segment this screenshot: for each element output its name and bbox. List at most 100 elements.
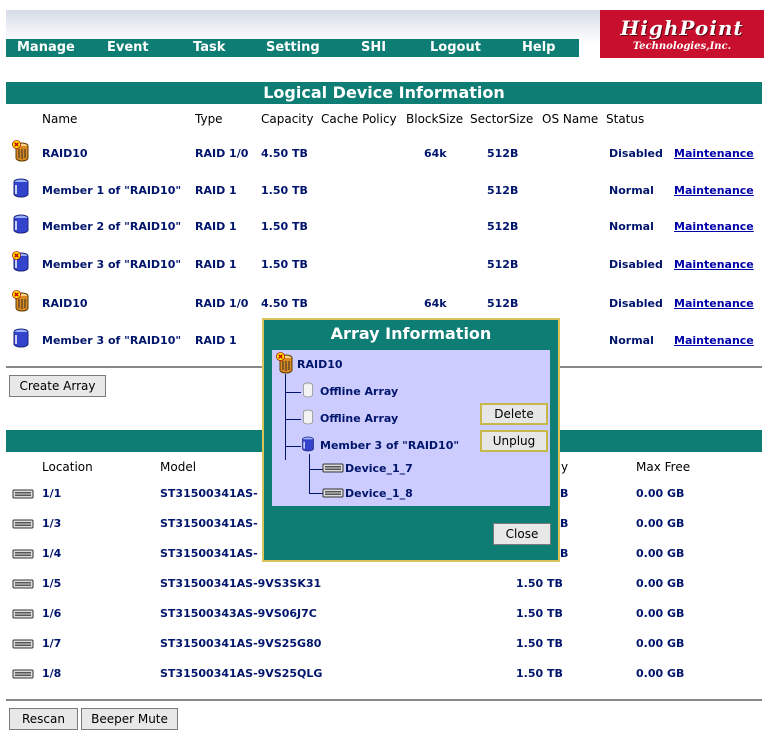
tree-device-label[interactable]: Device_1_7 — [345, 462, 413, 475]
raid-disabled-icon — [12, 290, 30, 312]
row-type: RAID 1 — [195, 334, 237, 347]
tree-connector — [285, 419, 301, 420]
row-max-free: 0.00 GB — [636, 517, 685, 530]
maintenance-link[interactable]: Maintenance — [674, 147, 754, 160]
tree-child-label[interactable]: Member 3 of "RAID10" — [320, 439, 459, 452]
row-location: 1/4 — [42, 547, 62, 560]
row-capacity: 1.50 TB — [516, 607, 563, 620]
row-blocksize: 64k — [424, 297, 447, 310]
col-header-capacity-partial: y — [561, 460, 569, 474]
row-type: RAID 1/0 — [195, 297, 249, 310]
nav-setting[interactable]: Setting — [266, 39, 320, 57]
maintenance-link[interactable]: Maintenance — [674, 334, 754, 347]
row-sectorsize: 512B — [487, 220, 519, 233]
tree-child-label[interactable]: Offline Array — [320, 385, 398, 398]
row-max-free: 0.00 GB — [636, 487, 685, 500]
rescan-button[interactable]: Rescan — [9, 708, 78, 730]
create-array-button[interactable]: Create Array — [9, 375, 106, 397]
disk-icon — [12, 639, 34, 649]
tree-child-label[interactable]: Offline Array — [320, 412, 398, 425]
row-location: 1/3 — [42, 517, 62, 530]
row-sectorsize: 512B — [487, 297, 519, 310]
highpoint-logo: HighPoint Technologies,Inc. — [600, 10, 764, 58]
tree-connector — [309, 469, 323, 470]
maintenance-link[interactable]: Maintenance — [674, 184, 754, 197]
row-capacity: 4.50 TB — [261, 297, 308, 310]
row-max-free: 0.00 GB — [636, 547, 685, 560]
row-capacity: 1.50 TB — [516, 577, 563, 590]
disk-icon — [12, 669, 34, 679]
disk-icon — [322, 463, 344, 473]
row-status: Normal — [609, 220, 654, 233]
row-status: Disabled — [609, 258, 663, 271]
beeper-mute-button[interactable]: Beeper Mute — [81, 708, 178, 730]
main-nav: Manage Event Task Setting SHI Logout Hel… — [6, 39, 579, 57]
row-status: Normal — [609, 334, 654, 347]
row-model: ST31500341AS- — [160, 487, 258, 500]
nav-shi[interactable]: SHI — [361, 39, 386, 57]
row-type: RAID 1/0 — [195, 147, 249, 160]
row-location: 1/5 — [42, 577, 62, 590]
disk-icon — [12, 579, 34, 589]
maintenance-link[interactable]: Maintenance — [674, 220, 754, 233]
row-model: ST31500341AS- — [160, 517, 258, 530]
row-max-free: 0.00 GB — [636, 607, 685, 620]
row-name: RAID10 — [42, 147, 88, 160]
row-location: 1/6 — [42, 607, 62, 620]
row-sectorsize: 512B — [487, 147, 519, 160]
nav-event[interactable]: Event — [107, 39, 149, 57]
col-header-location: Location — [42, 460, 93, 474]
col-header-model: Model — [160, 460, 197, 474]
row-capacity: 1.50 TB — [261, 184, 308, 197]
close-button[interactable]: Close — [493, 523, 551, 545]
unplug-button[interactable]: Unplug — [480, 430, 548, 452]
row-type: RAID 1 — [195, 220, 237, 233]
row-status: Disabled — [609, 147, 663, 160]
row-capacity: 4.50 TB — [261, 147, 308, 160]
array-normal-icon — [12, 327, 30, 349]
tree-root-label[interactable]: RAID10 — [297, 358, 343, 371]
array-disabled-icon — [12, 251, 30, 273]
row-capacity: 1.50 TB — [516, 667, 563, 680]
col-header-blocksize: BlockSize — [406, 112, 464, 126]
row-max-free: 0.00 GB — [636, 577, 685, 590]
row-max-free: 0.00 GB — [636, 637, 685, 650]
dialog-title: Array Information — [330, 324, 492, 343]
col-header-type: Type — [195, 112, 223, 126]
nav-logout[interactable]: Logout — [430, 39, 481, 57]
col-header-name: Name — [42, 112, 78, 126]
logo-name: HighPoint — [620, 16, 744, 40]
offline-array-icon — [301, 380, 315, 400]
nav-task[interactable]: Task — [193, 39, 225, 57]
row-sectorsize: 512B — [487, 184, 519, 197]
logical-device-title: Logical Device Information — [6, 82, 762, 104]
tree-device-label[interactable]: Device_1_8 — [345, 487, 413, 500]
row-location: 1/1 — [42, 487, 62, 500]
col-header-capacity: Capacity — [261, 112, 314, 126]
tree-connector — [285, 374, 286, 460]
maintenance-link[interactable]: Maintenance — [674, 258, 754, 271]
offline-array-icon — [301, 407, 315, 427]
row-model: ST31500341AS- — [160, 547, 258, 560]
row-type: RAID 1 — [195, 184, 237, 197]
tree-connector — [285, 392, 301, 393]
row-blocksize: 64k — [424, 147, 447, 160]
array-tree: RAID10 Offline Array Offline Array Membe… — [272, 350, 550, 506]
disk-icon — [12, 519, 34, 529]
row-location: 1/7 — [42, 637, 62, 650]
delete-button[interactable]: Delete — [480, 403, 548, 425]
row-location: 1/8 — [42, 667, 62, 680]
row-model: ST31500341AS-9VS3SK31 — [160, 577, 322, 590]
row-capacity: B — [560, 547, 569, 560]
row-capacity: 1.50 TB — [516, 637, 563, 650]
divider — [6, 699, 762, 701]
array-normal-icon — [301, 434, 315, 454]
row-name: Member 1 of "RAID10" — [42, 184, 182, 197]
row-capacity: B — [560, 487, 569, 500]
logo-company: Technologies,Inc. — [632, 41, 732, 52]
nav-help[interactable]: Help — [522, 39, 555, 57]
col-header-sectorsize: SectorSize — [470, 112, 534, 126]
maintenance-link[interactable]: Maintenance — [674, 297, 754, 310]
nav-manage[interactable]: Manage — [17, 39, 75, 57]
array-information-dialog: Array Information RAID10 Offline Array O… — [262, 318, 560, 562]
